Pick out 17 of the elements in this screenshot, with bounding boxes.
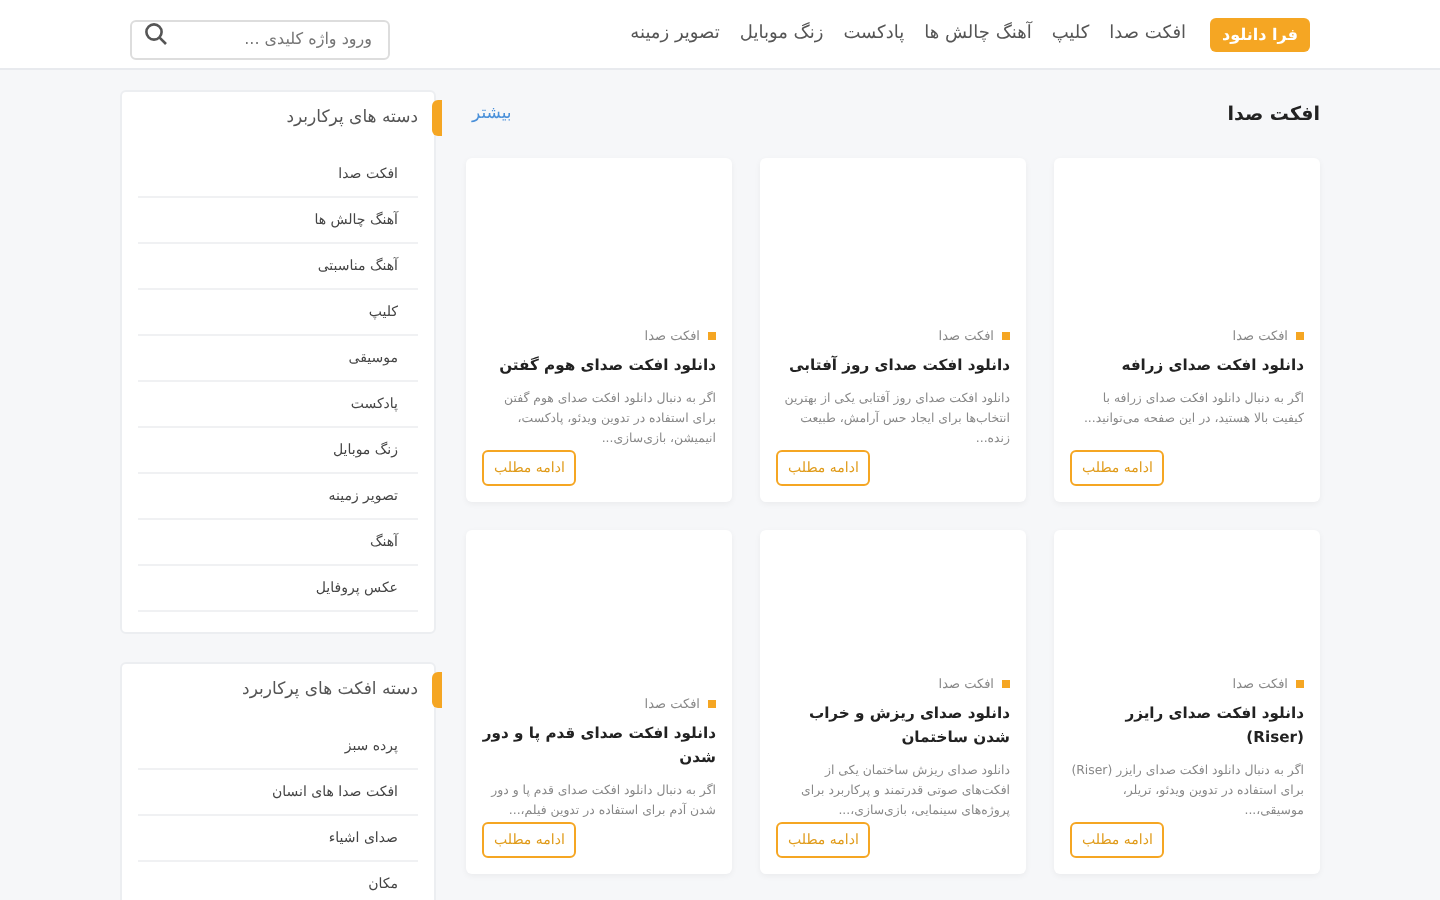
bullet-icon <box>1296 332 1304 340</box>
search-field[interactable]: ورود واژه کلیدی ... <box>130 19 390 59</box>
search-icon <box>144 22 168 46</box>
bullet-icon <box>708 699 716 708</box>
nav-link[interactable]: کلیپ <box>1051 24 1090 44</box>
bullet-icon <box>708 332 716 340</box>
bullet-icon <box>1002 332 1010 340</box>
panel-title: دسته افکت های پرکاربرد <box>242 680 420 700</box>
nav-link[interactable]: افکت صدا <box>1109 24 1187 44</box>
nav-link[interactable]: پادکست <box>843 24 905 44</box>
bullet-icon <box>1296 679 1304 688</box>
nav-link[interactable]: آهنگ چالش ها <box>924 24 1032 44</box>
section-title: افکت صدا <box>1227 103 1320 125</box>
nav-link[interactable]: تصویر زمینه <box>630 24 720 44</box>
panel-title: دسته های پرکاربرد <box>286 108 420 128</box>
nav-link[interactable]: زنگ موبایل <box>739 24 824 44</box>
bullet-icon <box>1002 679 1010 688</box>
